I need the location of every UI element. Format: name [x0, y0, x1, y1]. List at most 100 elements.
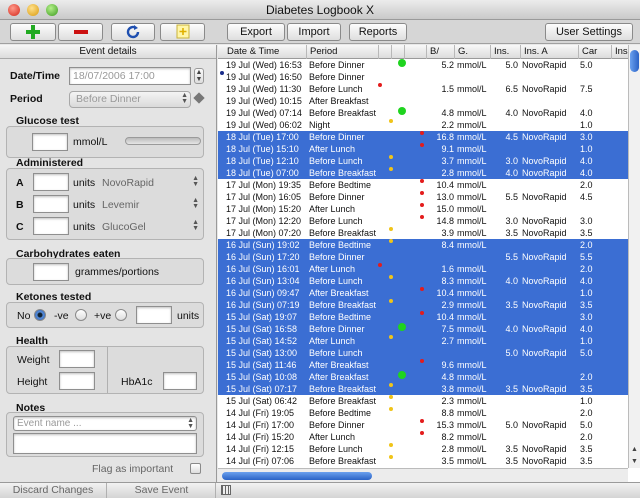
columns-icon[interactable]	[221, 485, 231, 495]
column-header[interactable]: Ins. A	[520, 45, 578, 59]
cell-unit: mmol/L	[457, 276, 487, 286]
discard-changes-button[interactable]: Discard Changes	[0, 483, 107, 498]
vertical-scroll-thumb[interactable]	[630, 50, 639, 72]
window-title: Diabetes Logbook X	[265, 3, 375, 17]
table-row[interactable]: 17 Jul (Mon) 07:20 Before Breakfast 3.9 mmo…	[218, 227, 628, 239]
table-row[interactable]: 17 Jul (Mon) 12:20 Before Lunch 14.8 mmol/L…	[218, 215, 628, 227]
table-row[interactable]: 14 Jul (Fri) 17:00 Before Dinner 15.3 mmol/…	[218, 419, 628, 431]
table-row[interactable]: 19 Jul (Wed) 16:50 Before Dinner	[218, 71, 628, 83]
insulin-c-select[interactable]: GlucoGel	[102, 221, 146, 233]
table-row[interactable]: 16 Jul (Sun) 16:01 After Lunch 1.6 mmol/L 2.…	[218, 263, 628, 275]
period-select[interactable]: Before Dinner ▲ ▼	[69, 91, 191, 108]
table-row[interactable]: 15 Jul (Sat) 11:46 After Breakfast 9.6 mmol…	[218, 359, 628, 371]
cell-date: 18 Jul (Tue) 07:00	[226, 168, 299, 178]
column-header[interactable]: B/	[426, 45, 452, 59]
ketones-input[interactable]	[136, 306, 172, 324]
weight-input[interactable]	[59, 350, 95, 368]
table-row[interactable]: 17 Jul (Mon) 16:05 Before Dinner 13.0 mmol/…	[218, 191, 628, 203]
cell-g: 8.8	[441, 408, 454, 418]
cell-period: Before Lunch	[309, 444, 363, 454]
horizontal-scroll-thumb[interactable]	[222, 472, 372, 480]
column-header[interactable]: Date & Time	[224, 45, 304, 59]
table-row[interactable]: 14 Jul (Fri) 07:06 Before Breakfast 3.5 mmo…	[218, 455, 628, 467]
table-row[interactable]: 19 Jul (Wed) 10:15 After Breakfast	[218, 95, 628, 107]
table-row[interactable]: 14 Jul (Fri) 19:05 Before Bedtime 8.8 mmol/…	[218, 407, 628, 419]
datetime-field[interactable]: 18/07/2006 17:00	[69, 67, 191, 85]
table-row[interactable]: 18 Jul (Tue) 17:00 Before Dinner 16.8 mmol/…	[218, 131, 628, 143]
insulin-a-input[interactable]	[33, 173, 69, 191]
normal-reading-icon	[398, 323, 406, 331]
table-row[interactable]: 15 Jul (Sat) 13:00 Before Lunch 5.0 NovoRap…	[218, 347, 628, 359]
table-row[interactable]: 15 Jul (Sat) 16:58 Before Dinner 7.5 mmol/L…	[218, 323, 628, 335]
cell-g: 2.8	[441, 444, 454, 454]
hba1c-input[interactable]	[163, 372, 197, 390]
flag-checkbox[interactable]	[190, 463, 201, 474]
ketones-neg-radio[interactable]	[75, 309, 87, 321]
table-row[interactable]: 18 Jul (Tue) 12:10 Before Lunch 3.7 mmol/L 3…	[218, 155, 628, 167]
datetime-stepper[interactable]: ▲ ▼	[194, 68, 204, 84]
delete-event-button[interactable]	[58, 23, 103, 41]
table-row[interactable]: 16 Jul (Sun) 09:47 After Breakfast 10.4 mmo…	[218, 287, 628, 299]
cell-period: Before Dinner	[309, 132, 365, 142]
table-row[interactable]: 16 Jul (Sun) 19:02 Before Bedtime 8.4 mmol/…	[218, 239, 628, 251]
column-header[interactable]: Car	[578, 45, 610, 59]
column-header[interactable]	[404, 45, 424, 59]
ketones-no-radio[interactable]	[34, 309, 46, 321]
table-row[interactable]: 17 Jul (Mon) 15:20 After Lunch 15.0 mmol/L	[218, 203, 628, 215]
horizontal-scrollbar[interactable]	[218, 468, 628, 482]
table-row[interactable]: 17 Jul (Mon) 19:35 Before Bedtime 10.4 mmol…	[218, 179, 628, 191]
table-row[interactable]: 14 Jul (Fri) 15:20 After Lunch 8.2 mmol/L 2.…	[218, 431, 628, 443]
save-event-button[interactable]: Save Event	[108, 483, 216, 498]
table-row[interactable]: 16 Jul (Sun) 13:04 Before Lunch 8.3 mmol/L 4…	[218, 275, 628, 287]
table-row[interactable]: 15 Jul (Sat) 19:07 Before Bedtime 10.4 mmol…	[218, 311, 628, 323]
cell-car: 1.0	[580, 144, 593, 154]
diamond-icon[interactable]	[193, 92, 205, 104]
insulin-c-input[interactable]	[33, 217, 69, 235]
table-row[interactable]: 18 Jul (Tue) 07:00 Before Breakfast 2.8 mmo…	[218, 167, 628, 179]
close-window-icon[interactable]	[8, 4, 20, 16]
user-settings-button[interactable]: User Settings	[545, 23, 633, 41]
ketones-pos-radio[interactable]	[115, 309, 127, 321]
import-button[interactable]: Import	[287, 23, 341, 41]
event-name-placeholder: Event name ...	[17, 418, 82, 429]
table-row[interactable]: 15 Jul (Sat) 06:42 Before Breakfast 2.3 mmo…	[218, 395, 628, 407]
insulin-b-select[interactable]: Levemir	[102, 199, 139, 211]
cell-unit: mmol/L	[457, 84, 487, 94]
table-row[interactable]: 16 Jul (Sun) 07:19 Before Breakfast 2.9 mmo…	[218, 299, 628, 311]
table-row[interactable]: 19 Jul (Wed) 07:14 Before Breakfast 4.8 mmo…	[218, 107, 628, 119]
event-name-combo[interactable]: Event name ... ▲ ▼	[13, 416, 197, 431]
add-event-button[interactable]	[10, 23, 56, 41]
column-header[interactable]: Period	[306, 45, 376, 59]
height-input[interactable]	[59, 372, 95, 390]
column-header[interactable]: G.	[454, 45, 490, 59]
refresh-button[interactable]	[111, 23, 155, 41]
table-row[interactable]: 15 Jul (Sat) 07:17 Before Breakfast 3.8 mmo…	[218, 383, 628, 395]
glucose-input[interactable]	[32, 133, 68, 151]
table-row[interactable]: 19 Jul (Wed) 11:30 Before Lunch 1.5 mmol/L 6…	[218, 83, 628, 95]
glucose-slider[interactable]	[125, 137, 201, 145]
table-row[interactable]: 15 Jul (Sat) 14:52 After Lunch 2.7 mmol/L 1.…	[218, 335, 628, 347]
table-row[interactable]: 16 Jul (Sun) 17:20 Before Dinner 5.5 NovoRa…	[218, 251, 628, 263]
notes-textarea[interactable]	[13, 433, 197, 454]
cell-g: 15.3	[436, 420, 454, 430]
table-row[interactable]: 19 Jul (Wed) 06:02 Night 2.2 mmol/L 1.0	[218, 119, 628, 131]
reports-button[interactable]: Reports	[349, 23, 407, 41]
insulin-b-input[interactable]	[33, 195, 69, 213]
table-row[interactable]: 15 Jul (Sat) 10:08 After Breakfast 4.8 mmol…	[218, 371, 628, 383]
column-header[interactable]	[378, 45, 390, 59]
table-row[interactable]: 19 Jul (Wed) 16:53 Before Dinner 5.2 mmol/L…	[218, 59, 628, 71]
scroll-arrows[interactable]: ▲ ▼	[629, 444, 640, 468]
table-row[interactable]: 18 Jul (Tue) 15:10 After Lunch 9.1 mmol/L 1.…	[218, 143, 628, 155]
zoom-window-icon[interactable]	[46, 4, 58, 16]
insulin-a-select[interactable]: NovoRapid	[102, 177, 154, 189]
cell-ins: 3.0	[505, 156, 518, 166]
minimize-window-icon[interactable]	[27, 4, 39, 16]
column-header[interactable]	[391, 45, 403, 59]
table-row[interactable]: 14 Jul (Fri) 12:15 Before Lunch 2.8 mmol/L 3…	[218, 443, 628, 455]
export-button[interactable]: Export	[227, 23, 285, 41]
carbs-input[interactable]	[33, 263, 69, 281]
vertical-scrollbar[interactable]: ▲ ▼	[628, 45, 640, 468]
note-button[interactable]	[160, 23, 205, 41]
column-header[interactable]: Ins.	[611, 45, 628, 59]
column-header[interactable]: Ins.	[490, 45, 520, 59]
